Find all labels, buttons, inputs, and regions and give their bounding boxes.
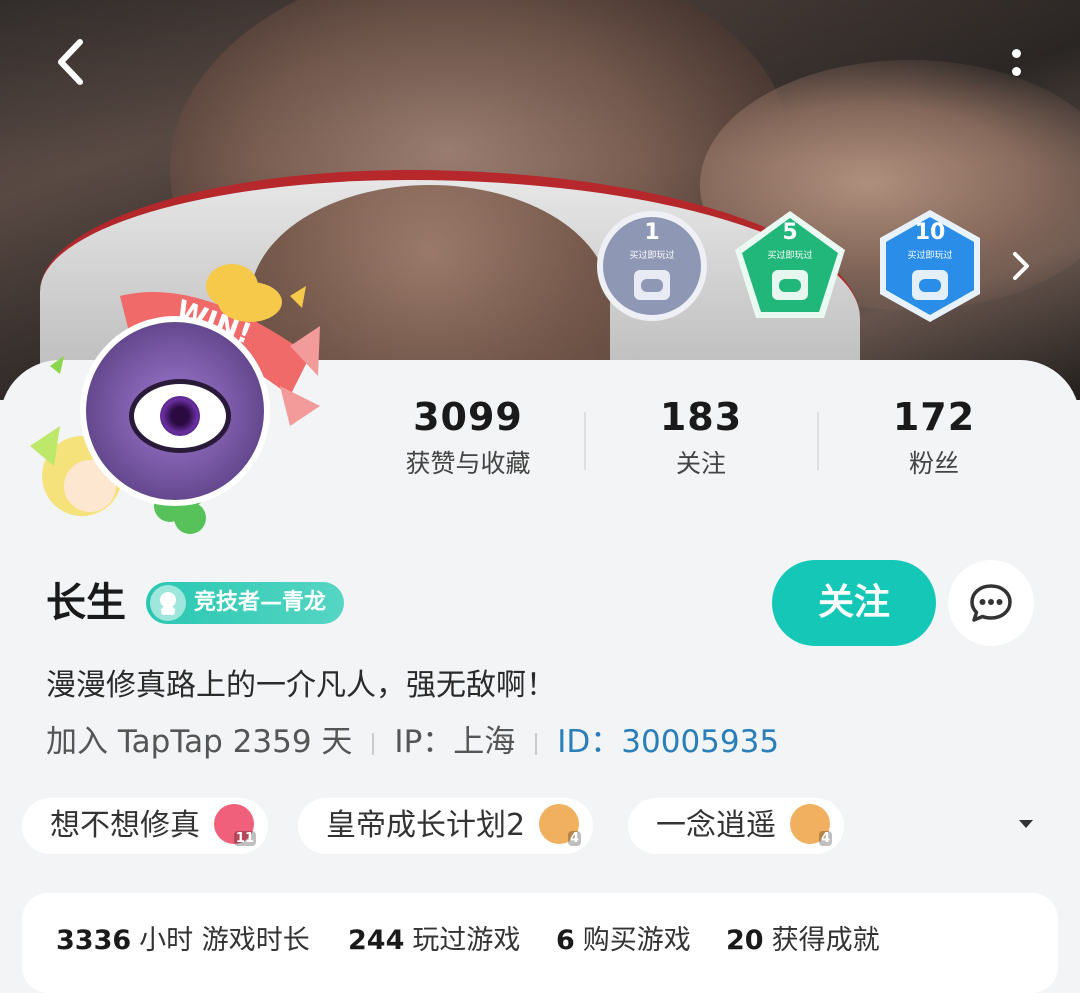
ip-location: IP：上海 (394, 724, 516, 760)
follow-button[interactable]: 关注 (772, 560, 936, 646)
level-badge-icon: 4 (539, 803, 582, 846)
meta-divider (372, 732, 375, 755)
avatar (80, 316, 270, 506)
chevron-left-icon (58, 39, 83, 85)
badge-10[interactable]: 10 买过即玩过 (872, 208, 988, 324)
level-badge-icon: 4 (790, 803, 832, 846)
badge-5[interactable]: 5 买过即玩过 (732, 208, 848, 324)
play-stat-value: 3336 (56, 925, 132, 956)
meta-divider (535, 732, 538, 755)
stat-value: 172 (892, 395, 976, 439)
game-chip-label: 一念逍遥 (656, 808, 776, 843)
message-button[interactable] (948, 560, 1034, 646)
chevron-right-icon (1013, 252, 1029, 280)
stat-value: 183 (659, 395, 743, 439)
more-options-button[interactable] (996, 40, 1036, 84)
expand-games-button[interactable] (1014, 814, 1038, 834)
play-stat-label: 购买游戏 (582, 925, 691, 956)
title-badge-label: 竞技者—青龙 (194, 590, 327, 615)
user-id[interactable]: ID：30005935 (557, 724, 779, 760)
caret-down-icon (1019, 820, 1033, 828)
level-number: 4 (818, 830, 832, 846)
user-name: 长生 (46, 580, 126, 626)
badge-caption: 买过即玩过 (629, 251, 675, 261)
badges-more-button[interactable] (1006, 246, 1036, 286)
user-bio: 漫漫修真路上的一介凡人，强无敌啊！ (46, 668, 556, 703)
play-stat-bought[interactable]: 6 购买游戏 (556, 918, 691, 957)
user-meta: 加入 TapTap 2359 天 IP：上海 ID：30005935 (46, 720, 779, 764)
stat-value: 3099 (413, 395, 523, 439)
level-number: 11 (233, 830, 256, 846)
eye-avatar-icon (129, 379, 231, 453)
badge-number: 10 (914, 220, 946, 245)
play-stat-value: 244 (348, 925, 405, 956)
badge-1[interactable]: 1 买过即玩过 (594, 208, 710, 324)
badge-number: 1 (644, 220, 660, 245)
play-stat-label: 玩过游戏 (412, 925, 521, 956)
game-chip-label: 想不想修真 (50, 808, 200, 843)
chat-bubble-icon (970, 584, 1012, 622)
game-chip[interactable]: 皇帝成长计划2 4 (298, 798, 594, 854)
game-chip[interactable]: 想不想修真 11 (22, 798, 268, 854)
join-days: 加入 TapTap 2359 天 (46, 724, 353, 760)
stat-label: 获赞与收藏 (405, 449, 531, 478)
stat-label: 关注 (675, 449, 726, 478)
more-dot-icon (1011, 66, 1021, 76)
badge-caption: 买过即玩过 (767, 251, 813, 261)
avatar-frame[interactable]: WIN! (20, 246, 330, 546)
badge-caption: 买过即玩过 (907, 251, 953, 261)
play-stat-value: 20 (726, 925, 764, 956)
stat-followers[interactable]: 172 粉丝 (819, 394, 1049, 480)
robot-icon (150, 585, 186, 621)
stat-following[interactable]: 183 关注 (586, 394, 816, 480)
play-stat-label: 小时 游戏时长 (139, 925, 310, 956)
play-stat-achievements[interactable]: 20 获得成就 (726, 918, 880, 957)
badge-number: 5 (782, 220, 798, 245)
play-stat-value: 6 (556, 925, 575, 956)
play-stat-played[interactable]: 244 玩过游戏 (348, 918, 520, 957)
game-chip[interactable]: 一念逍遥 4 (628, 798, 844, 854)
back-button[interactable] (46, 36, 94, 88)
level-number: 4 (568, 830, 582, 846)
play-stat-hours[interactable]: 3336 小时 游戏时长 (56, 918, 310, 957)
play-stat-label: 获得成就 (771, 925, 880, 956)
stat-label: 粉丝 (908, 449, 959, 478)
game-chip-label: 皇帝成长计划2 (326, 808, 526, 843)
stat-likes[interactable]: 3099 获赞与收藏 (353, 394, 583, 480)
level-badge-icon: 11 (214, 803, 256, 846)
more-dot-icon (1011, 48, 1021, 58)
title-badge[interactable]: 竞技者—青龙 (146, 582, 345, 624)
